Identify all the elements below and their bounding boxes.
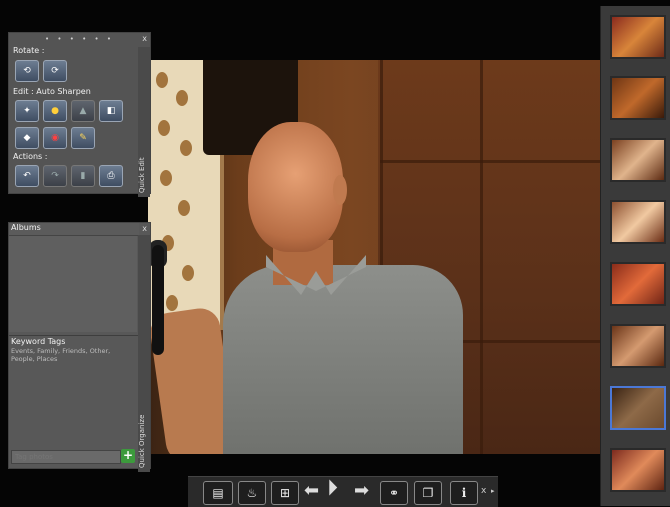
print-button[interactable]: ⎙ (99, 165, 123, 187)
organize-mode-button[interactable]: ⊞ (271, 481, 299, 505)
panel-drag-grip[interactable]: • • • • • • (9, 33, 150, 47)
crop-button[interactable]: ✎ (71, 127, 95, 149)
filmstrip (600, 6, 670, 506)
photo-shell (176, 90, 188, 106)
tag-photos-input[interactable] (11, 450, 121, 464)
color-wheel-icon: ● (51, 106, 59, 116)
sharpen-button[interactable]: ◆ (15, 127, 39, 149)
next-button[interactable]: ➡ (354, 480, 369, 502)
albums-drop-area[interactable] (9, 236, 137, 332)
red-eye-button[interactable]: ◉ (43, 127, 67, 149)
redo-button[interactable]: ↷ (43, 165, 67, 187)
actions-label: Actions : (13, 152, 48, 161)
rotate-left-button[interactable]: ⟲ (15, 60, 39, 82)
info-button[interactable]: i (450, 481, 478, 505)
photo-shell (166, 295, 178, 311)
add-tag-button[interactable]: + (121, 449, 135, 463)
filmstrip-thumbnail[interactable] (610, 262, 666, 306)
share-button[interactable]: ⚭ (380, 481, 408, 505)
filmstrip-thumbnail[interactable] (610, 200, 666, 244)
main-photo (148, 60, 600, 454)
info-icon: i (461, 486, 467, 500)
filmstrip-thumbnail[interactable] (610, 448, 666, 492)
filmstrip-thumbnail[interactable] (610, 76, 666, 120)
tree-icon: ⊞ (279, 486, 291, 500)
undo-button[interactable]: ↶ (15, 165, 39, 187)
tab-quick-edit[interactable]: Quick Edit (138, 47, 150, 197)
plus-icon: + (122, 448, 134, 462)
auto-fix-button[interactable]: ✦ (15, 100, 39, 122)
photo-shell (180, 140, 192, 156)
rotate-left-icon: ⟲ (23, 66, 31, 76)
red-eye-icon: ◉ (51, 133, 59, 143)
filmstrip-icon: ▤ (212, 486, 224, 500)
keyword-tags-list[interactable]: Events, Family, Friends, Other, People, … (11, 347, 131, 363)
auto-contrast-button[interactable]: ◧ (99, 100, 123, 122)
play-slideshow-button[interactable]: ⏵ (327, 478, 338, 500)
bottom-toolbar: ▤ ♨ ⊞ ⬅ ⏵ ➡ ⚭ ❐ i x ▸ (188, 476, 498, 507)
printer-icon: ⎙ (107, 171, 115, 181)
edit-mode-button[interactable]: ♨ (238, 481, 266, 505)
filmstrip-thumbnail-selected[interactable] (610, 386, 666, 430)
compare-button[interactable]: ❐ (414, 481, 442, 505)
rotate-right-button[interactable]: ⟳ (43, 60, 67, 82)
redo-icon: ↷ (51, 171, 59, 181)
photo-head (248, 122, 343, 252)
tab-quick-organize[interactable]: Quick Organize (138, 235, 150, 472)
rotate-label: Rotate : (13, 46, 45, 55)
play-icon: ⏵ (327, 476, 339, 501)
rotate-right-icon: ⟳ (51, 66, 59, 76)
edit-label: Edit : Auto Sharpen (13, 87, 91, 96)
filmstrip-thumbnail[interactable] (610, 138, 666, 182)
delete-button[interactable]: ▮ (71, 165, 95, 187)
photo-shirt (223, 265, 463, 454)
toolbar-more-icon[interactable]: ▸ (491, 487, 495, 495)
quick-organize-panel: Albums x Keyword Tags Events, Family, Fr… (8, 222, 151, 472)
photo-ear (333, 175, 347, 205)
levels-icon: ▲ (79, 106, 87, 116)
contrast-icon: ◧ (106, 106, 116, 116)
photo-shell (178, 200, 190, 216)
quick-organize-close-button[interactable]: x (142, 224, 147, 233)
toolbar-close-button[interactable]: x (481, 486, 486, 496)
photo-panel-line (480, 60, 483, 454)
sharpen-icon: ◆ (23, 133, 31, 143)
pencil-icon: ✎ (79, 133, 87, 143)
filmstrip-toggle-button[interactable]: ▤ (203, 481, 233, 505)
photo-shell (158, 120, 170, 136)
keyword-tags-header: Keyword Tags (9, 335, 139, 346)
previous-button[interactable]: ⬅ (304, 480, 319, 502)
filmstrip-thumbnail[interactable] (610, 324, 666, 368)
quick-edit-panel: • • • • • • x Rotate : ⟲ ⟳ Edit : Auto S… (8, 32, 151, 197)
albums-header: Albums (9, 223, 139, 236)
photo-shell (156, 72, 168, 88)
photo-microphone (152, 245, 164, 355)
share-icon: ⚭ (388, 486, 400, 500)
arrow-right-icon: ➡ (354, 480, 370, 501)
trash-icon: ▮ (80, 171, 86, 181)
photo-shell (182, 265, 194, 281)
auto-level-button[interactable]: ▲ (71, 100, 95, 122)
photo-panel-line (380, 160, 600, 163)
brush-icon: ♨ (246, 486, 258, 500)
filmstrip-thumbnail[interactable] (610, 15, 666, 59)
arrow-left-icon: ⬅ (304, 480, 320, 501)
compare-icon: ❐ (422, 486, 434, 500)
photo-shell (160, 170, 172, 186)
undo-icon: ↶ (23, 171, 31, 181)
magic-wand-icon: ✦ (23, 106, 31, 116)
quick-edit-close-button[interactable]: x (142, 34, 147, 43)
auto-color-button[interactable]: ● (43, 100, 67, 122)
